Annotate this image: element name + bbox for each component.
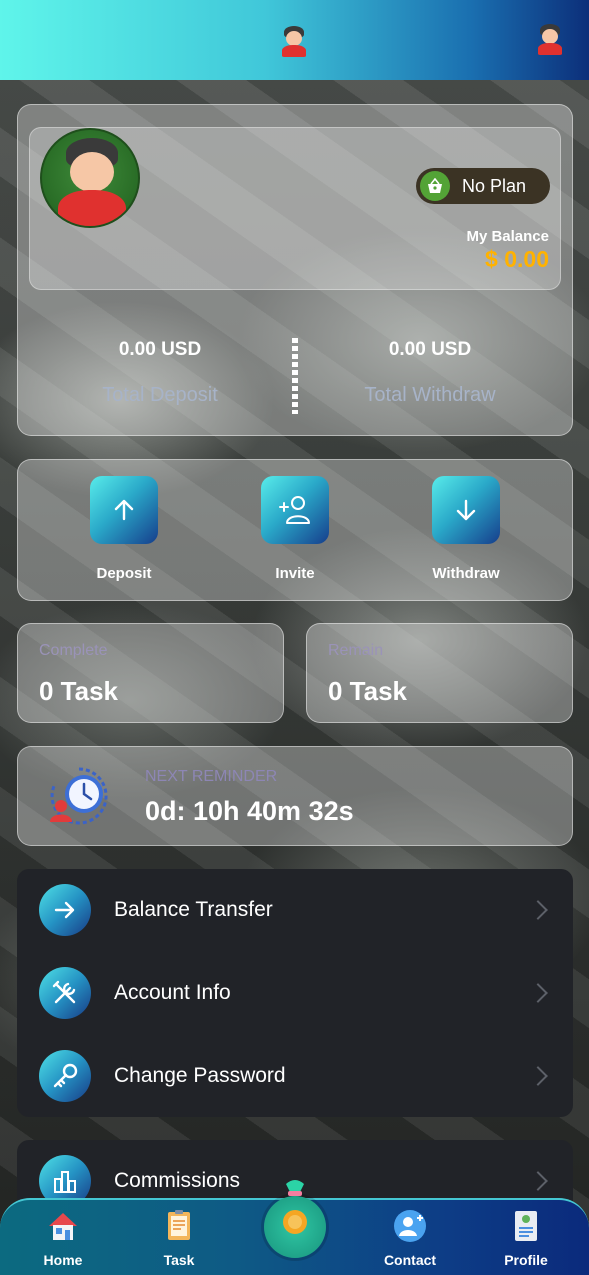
nav-home[interactable]: Home — [23, 1208, 103, 1272]
deposit-button[interactable] — [90, 476, 158, 544]
contact-icon — [394, 1210, 426, 1242]
header-logo-avatar — [277, 24, 311, 58]
change-password-item[interactable]: Change Password — [17, 1035, 573, 1117]
balance-transfer-item[interactable]: Balance Transfer — [17, 869, 573, 951]
remain-task-card — [306, 623, 573, 723]
basket-icon — [420, 171, 450, 201]
clock-reminder-icon — [50, 767, 108, 825]
total-deposit-value: 0.00 USD — [118, 339, 202, 360]
nav-profile[interactable]: Profile — [486, 1208, 566, 1272]
tools-icon — [39, 967, 91, 1019]
total-deposit-label: Total Deposit — [102, 384, 218, 406]
plan-label: No Plan — [462, 175, 527, 196]
remain-task-title: Remain — [328, 642, 384, 659]
complete-task-card — [17, 623, 284, 723]
deposit-label: Deposit — [96, 565, 152, 582]
total-withdraw-value: 0.00 USD — [388, 339, 472, 360]
total-withdraw-label: Total Withdraw — [364, 384, 496, 406]
add-user-icon — [279, 496, 310, 524]
remain-task-value: 0 Task — [328, 676, 408, 706]
header-profile-avatar[interactable] — [533, 22, 567, 56]
profile-icon — [515, 1211, 537, 1241]
commissions-label: Commissions — [114, 1169, 241, 1192]
account-menu: Balance Transfer Account Info Change Pas… — [17, 869, 573, 1117]
key-icon — [39, 1050, 91, 1102]
balance-value: $ 0.00 — [485, 246, 549, 272]
money-bag-icon — [283, 1180, 307, 1234]
nav-task[interactable]: Task — [139, 1208, 219, 1272]
chevron-right-icon — [528, 900, 548, 920]
chevron-right-icon — [528, 1171, 548, 1191]
home-icon — [49, 1213, 77, 1240]
account-info-label: Account Info — [114, 981, 231, 1004]
invite-button[interactable] — [261, 476, 329, 544]
arrow-right-icon — [39, 884, 91, 936]
nav-profile-label: Profile — [504, 1252, 548, 1268]
chevron-right-icon — [528, 983, 548, 1003]
nav-contact-label: Contact — [383, 1252, 437, 1268]
account-info-item[interactable]: Account Info — [17, 952, 573, 1034]
change-password-label: Change Password — [114, 1064, 286, 1087]
nav-contact[interactable]: Contact — [370, 1208, 450, 1272]
withdraw-button[interactable] — [432, 476, 500, 544]
reminder-countdown: 0d: 10h 40m 32s — [145, 796, 354, 826]
plan-badge[interactable]: No Plan — [416, 168, 550, 204]
reminder-title: NEXT REMINDER — [145, 768, 278, 785]
user-avatar[interactable] — [40, 128, 140, 228]
task-icon — [168, 1210, 190, 1240]
arrow-up-icon — [114, 499, 134, 521]
complete-task-title: Complete — [39, 642, 108, 659]
arrow-down-icon — [456, 499, 476, 521]
center-action-button[interactable] — [264, 1180, 326, 1258]
invite-label: Invite — [275, 565, 315, 582]
nav-home-label: Home — [43, 1252, 83, 1268]
chevron-right-icon — [528, 1066, 548, 1086]
stats-divider — [292, 338, 298, 414]
complete-task-value: 0 Task — [39, 676, 119, 706]
app-header — [0, 0, 589, 80]
balance-label: My Balance — [466, 228, 549, 245]
nav-task-label: Task — [163, 1252, 195, 1268]
withdraw-label: Withdraw — [432, 565, 500, 582]
balance-transfer-label: Balance Transfer — [114, 898, 273, 921]
